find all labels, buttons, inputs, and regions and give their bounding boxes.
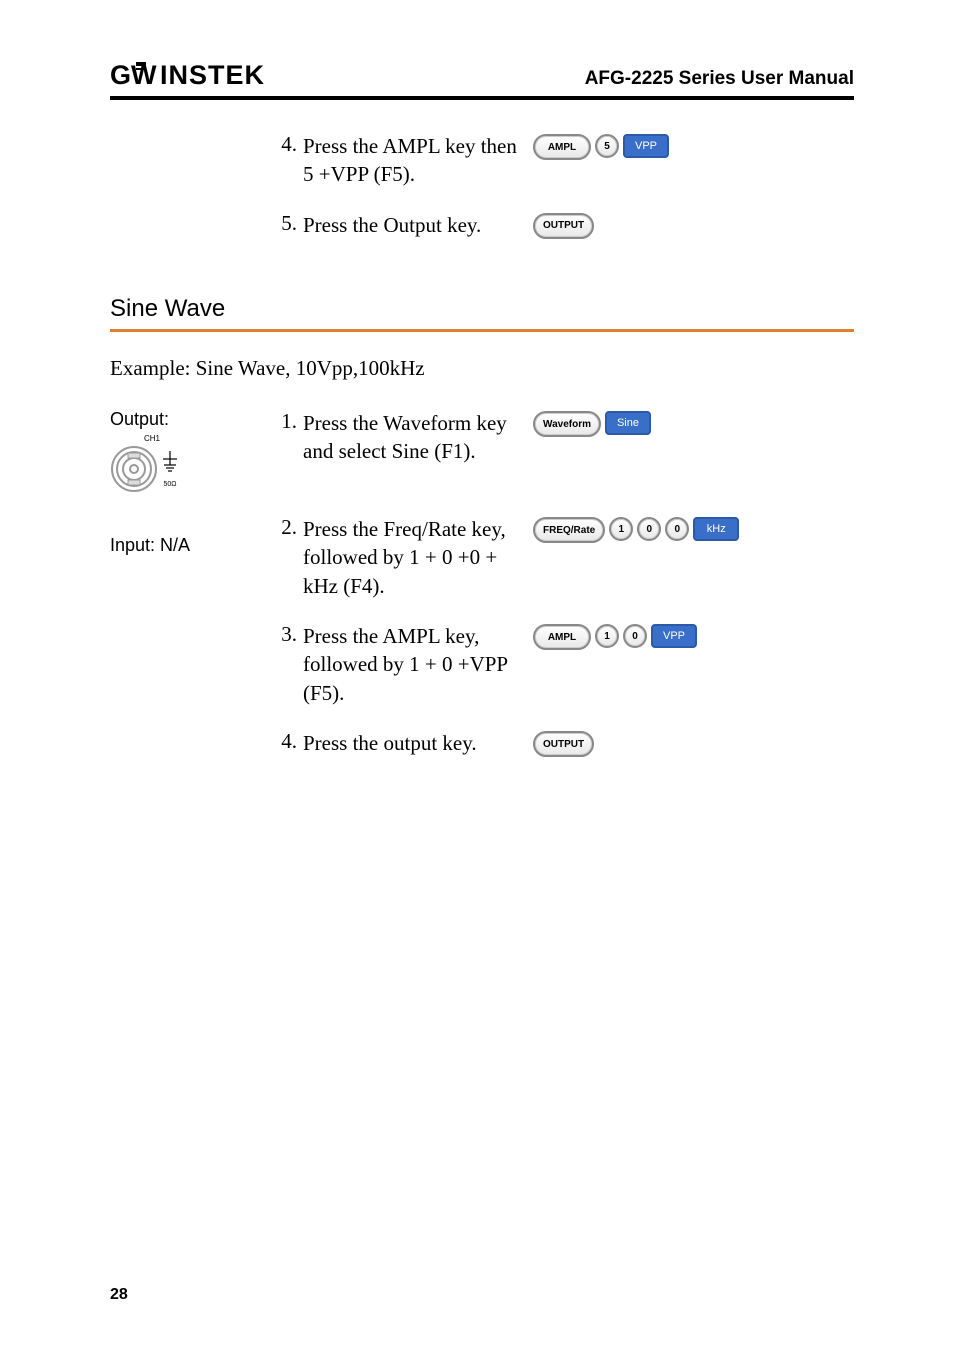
hw-key: OUTPUT [533, 731, 594, 757]
soft-key: Sine [605, 411, 651, 435]
output-connector: CH1 50Ω [110, 434, 182, 493]
step-text: Press the Freq/Rate key, followed by 1 +… [303, 515, 533, 600]
step-number: 2. [275, 515, 303, 540]
step-text: Press the AMPL key, followed by 1 + 0 +V… [303, 622, 533, 707]
section-rule [110, 329, 854, 332]
numeric-key: 0 [665, 517, 689, 541]
step-text: Press the Waveform key and select Sine (… [303, 409, 533, 466]
step-keys: AMPL5VPP [533, 132, 854, 160]
input-label: Input: N/A [110, 535, 275, 556]
section-heading: Sine Wave [110, 295, 854, 323]
step-number: 4. [275, 729, 303, 754]
hw-key: FREQ/Rate [533, 517, 605, 543]
step-text: Press the output key. [303, 729, 533, 757]
step-keys: AMPL10VPP [533, 622, 854, 650]
left-column: Output: CH1 50Ω [110, 409, 275, 493]
hw-key: Waveform [533, 411, 601, 437]
bnc-connector-icon [110, 445, 158, 493]
step-keys: OUTPUT [533, 729, 854, 757]
step-text: Press the Output key. [303, 211, 533, 239]
numeric-key: 0 [637, 517, 661, 541]
step-keys: FREQ/Rate100kHz [533, 515, 854, 543]
step-row: Output: CH1 50Ω 1. Press the Waveform ke… [110, 409, 854, 493]
step-number: 5. [275, 211, 303, 236]
numeric-key: 1 [609, 517, 633, 541]
step-number: 4. [275, 132, 303, 157]
step-row: 3. Press the AMPL key, followed by 1 + 0… [110, 622, 854, 707]
step-number: 3. [275, 622, 303, 647]
soft-key: VPP [651, 624, 697, 648]
manual-title: AFG-2225 Series User Manual [585, 68, 854, 90]
step-keys: OUTPUT [533, 211, 854, 239]
numeric-key: 1 [595, 624, 619, 648]
hw-key: AMPL [533, 624, 591, 650]
example-text: Example: Sine Wave, 10Vpp,100kHz [110, 356, 854, 381]
channel-label: CH1 [122, 434, 182, 443]
step-keys: WaveformSine [533, 409, 854, 437]
svg-text:INSTEK: INSTEK [160, 60, 265, 90]
svg-text:G: G [110, 60, 132, 90]
soft-key: VPP [623, 134, 669, 158]
header-rule [110, 96, 854, 100]
soft-key: kHz [693, 517, 739, 541]
numeric-key: 0 [623, 624, 647, 648]
step-text: Press the AMPL key then 5 +VPP (F5). [303, 132, 533, 189]
hw-key: OUTPUT [533, 213, 594, 239]
brand-logo: G W INSTEK [110, 60, 284, 90]
step-row: 5. Press the Output key. OUTPUT [110, 211, 854, 239]
hw-key: AMPL [533, 134, 591, 160]
step-row: 4. Press the output key. OUTPUT [110, 729, 854, 757]
left-column: Input: N/A [110, 515, 275, 556]
output-label: Output: [110, 409, 275, 430]
ground-symbol: 50Ω [162, 451, 178, 488]
page-number: 28 [110, 1286, 128, 1304]
numeric-key: 5 [595, 134, 619, 158]
step-row: 4. Press the AMPL key then 5 +VPP (F5). … [110, 132, 854, 189]
step-number: 1. [275, 409, 303, 434]
step-row: Input: N/A 2. Press the Freq/Rate key, f… [110, 515, 854, 600]
page-header: G W INSTEK AFG-2225 Series User Manual [110, 60, 854, 90]
